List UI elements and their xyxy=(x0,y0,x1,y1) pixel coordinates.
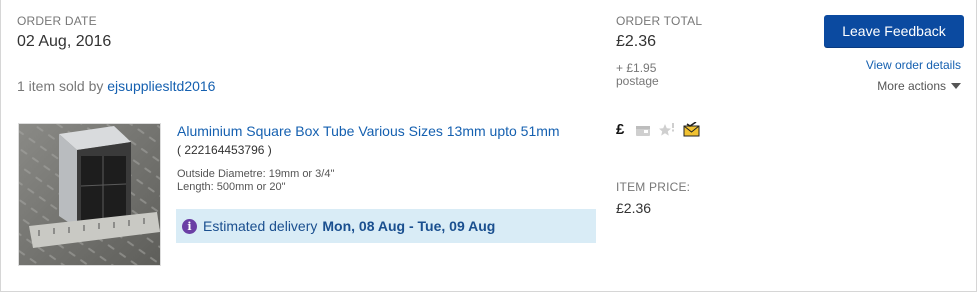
seller-link[interactable]: ejsuppliesltd2016 xyxy=(107,78,215,94)
pound-icon: £ xyxy=(616,121,625,138)
postage-info: + £1.95 postage xyxy=(616,62,686,88)
order-total-label: ORDER TOTAL xyxy=(616,14,703,28)
status-icons: £ xyxy=(616,121,700,138)
delivery-range: Mon, 08 Aug - Tue, 09 Aug xyxy=(322,218,496,234)
chevron-down-icon xyxy=(951,83,961,89)
leave-feedback-button[interactable]: Leave Feedback xyxy=(824,15,964,47)
more-actions-dropdown[interactable]: More actions xyxy=(877,79,961,93)
estimated-delivery-banner: i Estimated delivery Mon, 08 Aug - Tue, … xyxy=(176,209,596,243)
star-icon xyxy=(659,122,674,136)
delivery-label: Estimated delivery xyxy=(203,218,318,234)
item-price-label: ITEM PRICE: xyxy=(616,180,691,194)
postage-label: postage xyxy=(616,74,659,88)
sold-by-label: 1 item sold by xyxy=(17,78,104,94)
item-spec-diameter: Outside Diametre: 19mm or 3/4" xyxy=(177,168,335,180)
seller-line: 1 item sold by ejsuppliesltd2016 xyxy=(17,78,215,94)
item-price-value: £2.36 xyxy=(616,200,652,216)
item-number: ( 222164453796 ) xyxy=(177,143,272,157)
item-spec-length: Length: 500mm or 20" xyxy=(177,181,286,193)
item-title-link[interactable]: Aluminium Square Box Tube Various Sizes … xyxy=(177,123,560,139)
aluminium-tube-image xyxy=(19,124,160,265)
view-order-details-link[interactable]: View order details xyxy=(866,58,961,72)
order-card: ORDER DATE 02 Aug, 2016 1 item sold by e… xyxy=(0,0,977,292)
order-date-value: 02 Aug, 2016 xyxy=(17,33,112,50)
envelope-icon xyxy=(683,122,700,137)
order-date-label: ORDER DATE xyxy=(17,14,97,28)
more-actions-label: More actions xyxy=(877,79,946,93)
item-thumbnail[interactable] xyxy=(18,123,161,266)
order-total-value: £2.36 xyxy=(616,33,657,50)
info-icon: i xyxy=(182,218,197,234)
package-icon xyxy=(636,125,650,136)
